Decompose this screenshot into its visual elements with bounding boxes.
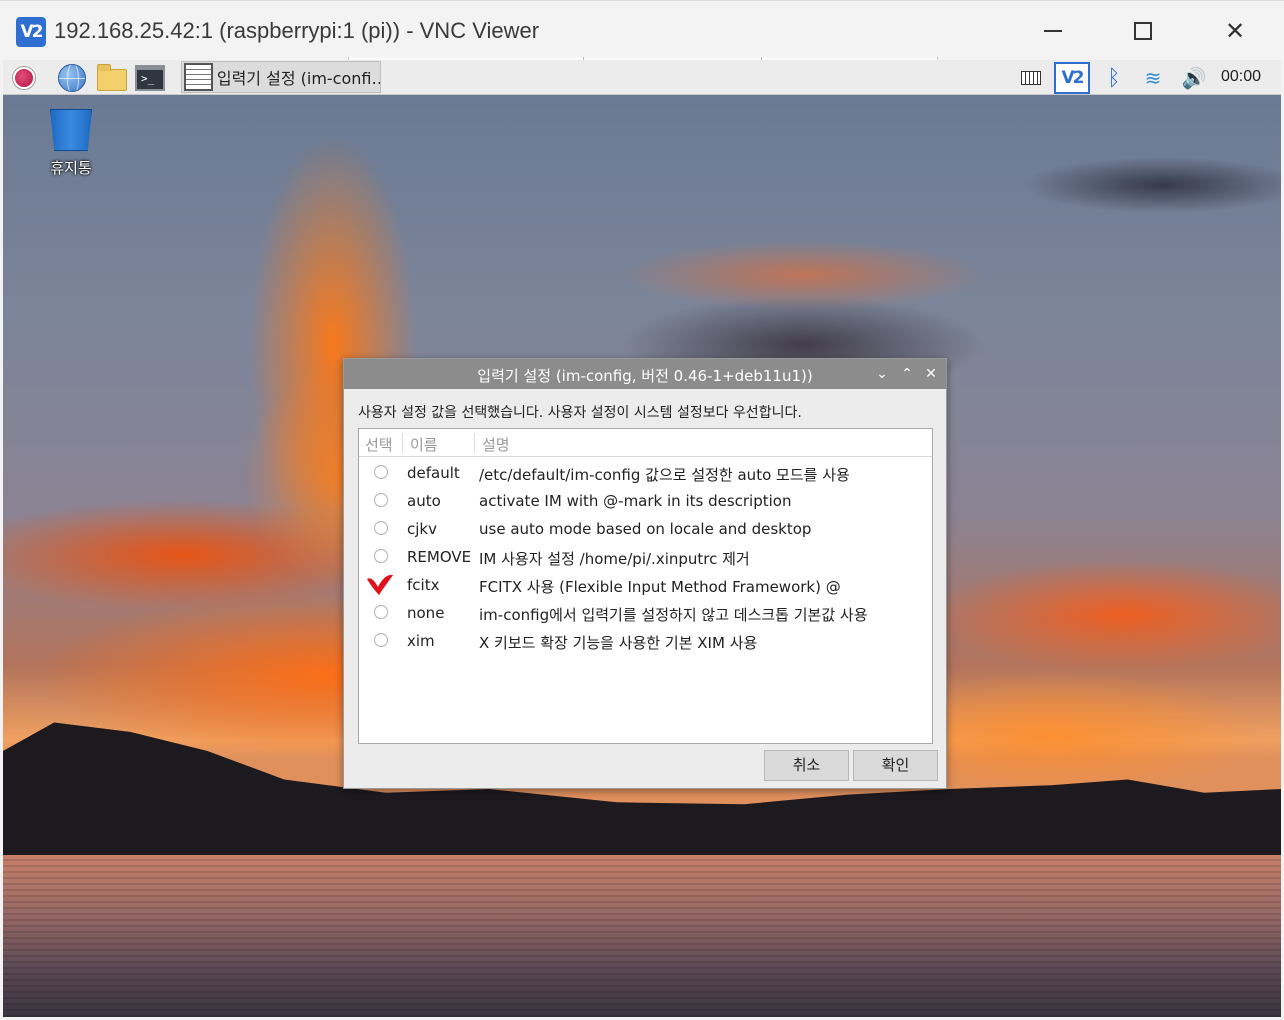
window-title: 192.168.25.42:1 (raspberrypi:1 (pi)) - V… [54,18,540,43]
list-header: 선택 이름 설명 [359,429,932,457]
clock[interactable]: 00:00 [1221,68,1261,86]
raspberry-menu-icon[interactable] [9,63,39,93]
list-item[interactable]: default/etc/default/im-config 값으로 설정한 au… [359,459,932,487]
volume-icon[interactable]: 🔊 [1178,63,1210,93]
wifi-icon[interactable]: ≋ [1138,63,1168,93]
im-list: 선택 이름 설명 default/etc/default/im-config 값… [358,428,933,744]
item-name: xim [407,632,435,650]
radio-button[interactable] [374,493,388,507]
cancel-button[interactable]: 취소 [764,750,849,781]
column-header-select[interactable]: 선택 [365,434,393,455]
taskbar: >_ 입력기 설정 (im-confi… V2 ᛒ ≋ 🔊 00:00 [3,60,1281,95]
item-description: IM 사용자 설정 /home/pi/.xinputrc 제거 [479,550,750,568]
vnc-title-bar: V2 192.168.25.42:1 (raspberrypi:1 (pi)) … [0,0,1284,65]
list-item[interactable]: xim X 키보드 확장 기능을 사용한 기본 XIM 사용 [359,627,932,655]
browser-globe-icon[interactable] [57,63,87,93]
trash-desktop-icon[interactable]: 휴지통 [41,109,101,178]
radio-button[interactable] [374,633,388,647]
close-icon: ✕ [1224,17,1246,45]
checkmark-icon[interactable] [365,571,395,597]
item-name: REMOVE [407,548,472,566]
dialog-maximize-icon[interactable]: ⌃ [897,364,917,384]
item-name: default [407,464,460,482]
maximize-button[interactable] [1120,9,1166,53]
vnc-server-icon[interactable]: V2 [1052,62,1092,94]
dialog-title-bar[interactable]: 입력기 설정 (im-config, 버전 0.46-1+deb11u1)) ⌄… [344,359,946,389]
column-header-name[interactable]: 이름 [410,434,438,455]
close-button[interactable]: ✕ [1212,9,1258,53]
list-item[interactable]: none im-config에서 입력기를 설정하지 않고 데스크톱 기본값 사용 [359,599,932,627]
taskbar-window-label: 입력기 설정 (im-confi… [216,69,380,88]
column-header-desc[interactable]: 설명 [482,434,510,455]
item-name: cjkv [407,520,437,538]
dialog-minimize-icon[interactable]: ⌄ [872,364,892,384]
radio-button[interactable] [374,465,388,479]
ok-button[interactable]: 확인 [853,750,938,781]
dialog-message: 사용자 설정 값을 선택했습니다. 사용자 설정이 시스템 설정보다 우선합니다… [358,405,802,421]
item-description: im-config에서 입력기를 설정하지 않고 데스크톱 기본값 사용 [479,606,868,624]
list-item[interactable]: fcitx FCITX 사용 (Flexible Input Method Fra… [359,571,932,599]
item-description: FCITX 사용 (Flexible Input Method Framewor… [479,578,841,596]
window-list-icon [184,63,213,91]
file-manager-icon[interactable] [97,63,127,93]
radio-button[interactable] [374,605,388,619]
dialog-close-icon[interactable]: ✕ [921,364,941,384]
item-description: activate IM with @-mark in its descripti… [479,492,792,510]
item-name: fcitx [407,576,440,594]
minimize-icon [1044,30,1062,32]
vnc-logo-icon: V2 [16,17,46,47]
im-config-dialog: 입력기 설정 (im-config, 버전 0.46-1+deb11u1)) ⌄… [343,358,947,789]
list-item[interactable]: auto activate IM with @-mark in its descr… [359,487,932,515]
list-item[interactable]: REMOVE IM 사용자 설정 /home/pi/.xinputrc 제거 [359,543,932,571]
radio-button[interactable] [374,549,388,563]
trash-icon [50,109,92,151]
list-item[interactable]: cjkv use auto mode based on locale and de… [359,515,932,543]
item-description: X 키보드 확장 기능을 사용한 기본 XIM 사용 [479,634,758,652]
dialog-title: 입력기 설정 (im-config, 버전 0.46-1+deb11u1)) [477,367,813,385]
wallpaper-water [3,855,1281,1017]
keyboard-icon[interactable] [1019,63,1043,93]
radio-button[interactable] [374,521,388,535]
trash-label: 휴지통 [50,159,92,177]
maximize-icon [1134,22,1152,40]
bluetooth-icon[interactable]: ᛒ [1103,63,1125,93]
terminal-icon[interactable]: >_ [135,63,165,93]
item-name: none [407,604,445,622]
item-description: use auto mode based on locale and deskto… [479,520,812,538]
minimize-button[interactable] [1030,9,1076,53]
item-name: auto [407,492,441,510]
item-description: /etc/default/im-config 값으로 설정한 auto 모드를 … [479,466,850,484]
taskbar-window-button[interactable]: 입력기 설정 (im-confi… [181,61,381,93]
